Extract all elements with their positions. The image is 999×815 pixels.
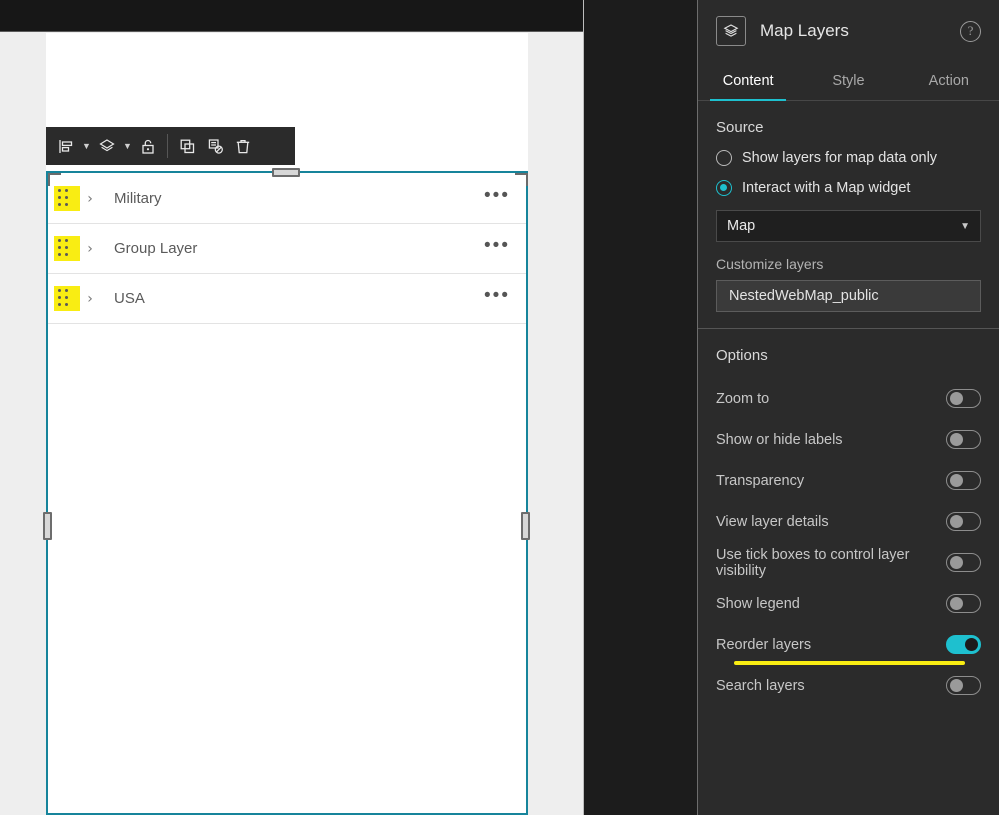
table-row[interactable]: › Group Layer •••	[48, 224, 526, 274]
widget-toolbar[interactable]: ▼ ▼	[46, 127, 295, 165]
options-section: Options Zoom to Show or hide labels Tran…	[698, 329, 999, 722]
option-label: Use tick boxes to control layer visibili…	[716, 546, 910, 579]
map-widget-select-value: Map	[727, 218, 756, 234]
customize-layers-label: Customize layers	[716, 256, 824, 272]
unlock-icon[interactable]	[134, 131, 162, 161]
layer-list: › Military ••• › Group Layer ••• › USA •…	[48, 174, 526, 324]
resize-handle-middle-right[interactable]	[521, 512, 530, 540]
customize-layers-value: NestedWebMap_public	[729, 288, 879, 304]
drag-handle-highlight	[54, 186, 80, 211]
option-zoom-to[interactable]: Zoom to	[716, 378, 981, 419]
toggle-show-or-hide-labels[interactable]	[946, 430, 981, 449]
builder-dark-gutter	[583, 0, 697, 815]
option-label: Show legend	[716, 595, 800, 612]
radio-label: Show layers for map data only	[742, 150, 938, 166]
option-search-layers[interactable]: Search layers	[716, 665, 981, 706]
tab-action[interactable]: Action	[899, 62, 999, 100]
order-chevron-down-icon[interactable]: ▼	[121, 131, 134, 161]
drag-handle-highlight	[54, 236, 80, 261]
option-transparency[interactable]: Transparency	[716, 460, 981, 501]
option-label: Transparency	[716, 472, 805, 489]
map-widget-select[interactable]: Map ▼	[716, 210, 981, 242]
customize-layers-item[interactable]: NestedWebMap_public	[716, 280, 981, 312]
table-row[interactable]: › Military •••	[48, 174, 526, 224]
builder-top-bar	[0, 0, 583, 32]
panel-header: Map Layers ?	[698, 0, 999, 62]
radio-label: Interact with a Map widget	[742, 180, 911, 196]
option-use-tick-boxes[interactable]: Use tick boxes to control layer visibili…	[716, 542, 981, 583]
radio-interact-with-map-widget[interactable]: Interact with a Map widget	[716, 180, 981, 196]
layer-name: Military	[114, 190, 162, 207]
resize-handle-top-right[interactable]	[515, 173, 528, 186]
toolbar-divider	[167, 134, 168, 158]
panel-tabs: Content Style Action	[698, 62, 999, 101]
chevron-down-icon[interactable]: ▼	[960, 221, 970, 232]
layer-options-icon[interactable]: •••	[484, 236, 510, 256]
source-section: Source Show layers for map data only Int…	[698, 101, 999, 328]
toggle-zoom-to[interactable]	[946, 389, 981, 408]
drag-handle-highlight	[54, 286, 80, 311]
layer-options-icon[interactable]: •••	[484, 286, 510, 306]
tab-style[interactable]: Style	[798, 62, 898, 100]
order-layers-icon[interactable]	[93, 131, 121, 161]
toggle-search-layers[interactable]	[946, 676, 981, 695]
resize-handle-top-center[interactable]	[272, 168, 300, 177]
align-icon[interactable]	[52, 131, 80, 161]
option-label: Show or hide labels	[716, 431, 843, 448]
chevron-right-icon[interactable]: ›	[82, 241, 98, 257]
option-reorder-layers[interactable]: Reorder layers	[716, 624, 981, 665]
option-label: View layer details	[716, 513, 829, 530]
delete-icon[interactable]	[229, 131, 257, 161]
help-icon[interactable]: ?	[960, 20, 981, 42]
radio-show-layers-map-data-only[interactable]: Show layers for map data only	[716, 150, 981, 166]
option-label: Reorder layers	[716, 636, 812, 653]
chevron-right-icon[interactable]: ›	[82, 291, 98, 307]
disable-widget-icon[interactable]	[201, 131, 229, 161]
toggle-reorder-layers[interactable]	[946, 635, 981, 654]
option-show-or-hide-labels[interactable]: Show or hide labels	[716, 419, 981, 460]
layer-name: USA	[114, 290, 145, 307]
drag-handle-icon[interactable]	[58, 239, 70, 258]
toggle-transparency[interactable]	[946, 471, 981, 490]
radio-icon[interactable]	[716, 150, 732, 166]
drag-handle-icon[interactable]	[58, 289, 70, 308]
resize-handle-top-left[interactable]	[48, 173, 61, 186]
option-label: Zoom to	[716, 390, 770, 407]
option-label: Search layers	[716, 677, 805, 694]
map-layers-icon	[716, 16, 746, 46]
layer-name: Group Layer	[114, 240, 198, 257]
chevron-right-icon[interactable]: ›	[82, 191, 98, 207]
radio-icon-selected[interactable]	[716, 180, 732, 196]
resize-handle-middle-left[interactable]	[43, 512, 52, 540]
settings-panel: Map Layers ? Content Style Action Source…	[697, 0, 999, 815]
layer-options-icon[interactable]: •••	[484, 186, 510, 206]
table-row[interactable]: › USA •••	[48, 274, 526, 324]
page-title: Map Layers	[760, 21, 849, 40]
align-chevron-down-icon[interactable]: ▼	[80, 131, 93, 161]
toggle-view-layer-details[interactable]	[946, 512, 981, 531]
tab-content[interactable]: Content	[698, 62, 798, 101]
toggle-show-legend[interactable]	[946, 594, 981, 613]
app-root: ▼ ▼ › Military ••• › Group Layer ••• › U…	[0, 0, 999, 815]
option-show-legend[interactable]: Show legend	[716, 583, 981, 624]
option-view-layer-details[interactable]: View layer details	[716, 501, 981, 542]
toggle-use-tick-boxes[interactable]	[946, 553, 981, 572]
options-heading: Options	[716, 347, 768, 364]
drag-handle-icon[interactable]	[58, 189, 70, 208]
source-heading: Source	[716, 119, 764, 136]
duplicate-icon[interactable]	[173, 131, 201, 161]
